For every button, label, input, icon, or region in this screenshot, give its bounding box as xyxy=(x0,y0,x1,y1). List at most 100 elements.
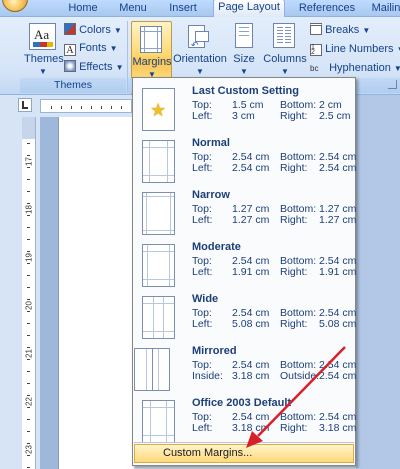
margin-value: 1.91 cm xyxy=(232,266,270,278)
margin-value: 3.18 cm xyxy=(232,370,270,382)
ruler-tick xyxy=(27,371,30,372)
margin-option-title: Moderate xyxy=(192,241,241,253)
margin-option-narrow[interactable]: Narrow Top: 1.27 cm Bottom: 1.27 cm Left: 1.27… xyxy=(137,186,357,238)
margin-value: 3.18 cm xyxy=(232,422,270,434)
margin-option-office-2003-default[interactable]: Office 2003 Default Top: 2.54 cm Bottom: 2.5… xyxy=(137,394,357,446)
margin-option-title: Wide xyxy=(192,293,219,305)
margin-value: 1.27 cm xyxy=(232,214,270,226)
ribbon-tab-bar: Home Menu Insert Page Layout References … xyxy=(0,0,400,18)
margin-option-title: Narrow xyxy=(192,189,230,201)
margin-key: Inside: xyxy=(192,370,223,382)
ruler-tick xyxy=(27,347,30,348)
breaks-button[interactable]: Breaks ▼ xyxy=(310,22,370,39)
page-narrow-icon xyxy=(142,192,175,235)
margin-key: Right: xyxy=(280,162,308,174)
themes-group-label: Themes xyxy=(20,78,126,93)
margin-value: 3 cm xyxy=(232,110,255,122)
hyphenation-button[interactable]: bc Hyphenation ▼ xyxy=(310,60,400,77)
margin-key: Left: xyxy=(192,318,213,330)
menu-separator xyxy=(134,442,354,443)
margin-value: 2.5 cm xyxy=(319,110,351,122)
ruler-tick xyxy=(27,443,30,444)
ruler-tick xyxy=(27,455,30,456)
margin-key: Left: xyxy=(192,422,213,434)
tab-mailings[interactable]: Mailin xyxy=(366,1,400,17)
horizontal-ruler[interactable] xyxy=(40,99,132,113)
ruler-tick xyxy=(27,299,30,300)
ruler-tick xyxy=(27,263,30,264)
margin-option-last-custom-setting[interactable]: ★ Last Custom Setting Top: 1.5 cm Bottom: 2 c… xyxy=(137,82,353,134)
colors-button[interactable]: Colors ▼ xyxy=(64,22,122,39)
orientation-icon: ↶ xyxy=(188,25,209,50)
fonts-button[interactable]: A Fonts ▼ xyxy=(64,40,118,57)
ruler-tick xyxy=(27,419,30,420)
margin-value: 2.54 cm xyxy=(319,162,357,174)
ruler-tick xyxy=(27,155,30,156)
margin-option-mirrored[interactable]: Mirrored Top: 2.54 cm Bottom: 2.54 cm Inside:… xyxy=(134,342,357,394)
margin-option-wide[interactable]: Wide Top: 2.54 cm Bottom: 2.54 cm Left: 5.08 c… xyxy=(137,290,357,342)
size-button[interactable]: Size ▼ xyxy=(228,53,260,77)
breaks-icon xyxy=(310,23,322,35)
ruler-number: 21 xyxy=(24,349,34,358)
effects-button[interactable]: Effects ▼ xyxy=(64,59,123,76)
margin-option-title: Normal xyxy=(192,137,230,149)
ruler-tick xyxy=(27,251,30,252)
ruler-tick xyxy=(27,431,30,432)
ruler-tick xyxy=(27,311,30,312)
margin-value: 2.54 cm xyxy=(232,162,270,174)
margin-key: Right: xyxy=(280,110,308,122)
ruler-tick xyxy=(27,323,30,324)
ruler-tick xyxy=(27,143,30,144)
margins-icon xyxy=(140,26,162,53)
dialog-launcher-icon[interactable] xyxy=(388,80,397,89)
margin-key: Right: xyxy=(280,266,308,278)
tab-selector-button[interactable] xyxy=(18,98,32,112)
margin-value: 1.91 cm xyxy=(319,266,357,278)
line-numbers-button[interactable]: 12 Line Numbers ▼ xyxy=(310,41,400,58)
ruler-tick xyxy=(27,383,30,384)
custom-margins-menu-item[interactable]: Custom Margins... xyxy=(134,444,354,463)
document-background-right xyxy=(356,95,400,469)
page-moderate-icon xyxy=(142,244,175,287)
margin-option-normal[interactable]: Normal Top: 2.54 cm Bottom: 2.54 cm Left: 2.54… xyxy=(137,134,357,186)
tab-insert[interactable]: Insert xyxy=(160,1,206,17)
margin-key: Outside: xyxy=(280,370,320,382)
colors-icon xyxy=(64,23,76,35)
margin-option-title: Last Custom Setting xyxy=(192,85,299,97)
vertical-ruler[interactable]: 17 18 19 20 21 22 23 xyxy=(22,117,36,469)
margin-key: Right: xyxy=(280,422,308,434)
fonts-icon: A xyxy=(64,44,76,56)
ruler-number: 19 xyxy=(24,253,34,262)
columns-icon xyxy=(273,23,295,48)
star-icon: ★ xyxy=(142,88,175,131)
ruler-tick xyxy=(27,239,30,240)
ruler-tick xyxy=(27,203,30,204)
margin-key: Right: xyxy=(280,214,308,226)
themes-button[interactable]: Themes ▼ xyxy=(24,53,64,77)
margin-value: 2.54 cm xyxy=(319,370,357,382)
margin-value: 5.08 cm xyxy=(319,318,357,330)
tab-home[interactable]: Home xyxy=(62,1,104,17)
margin-value: 3.18 cm xyxy=(319,422,357,434)
tab-page-layout[interactable]: Page Layout xyxy=(213,0,285,18)
ruler-number: 23 xyxy=(24,445,34,454)
ruler-number: 22 xyxy=(24,397,34,406)
ruler-tick xyxy=(27,359,30,360)
page-wide-icon xyxy=(142,296,175,339)
page-office2003-icon xyxy=(142,400,175,443)
margin-value: 5.08 cm xyxy=(232,318,270,330)
themes-icon: Aa xyxy=(29,23,56,50)
document-page[interactable] xyxy=(58,117,134,469)
margin-key: Left: xyxy=(192,110,213,122)
ruler-tick xyxy=(27,215,30,216)
tab-references[interactable]: References xyxy=(292,1,362,17)
margin-key: Left: xyxy=(192,162,213,174)
margin-option-moderate[interactable]: Moderate Top: 2.54 cm Bottom: 2.54 cm Left: 1.… xyxy=(137,238,357,290)
margin-value: 1.27 cm xyxy=(319,214,357,226)
columns-button[interactable]: Columns ▼ xyxy=(262,53,308,77)
office-button[interactable] xyxy=(2,0,28,12)
tab-menu[interactable]: Menu xyxy=(112,1,154,17)
orientation-button[interactable]: Orientation ▼ xyxy=(172,53,228,77)
ruler-tick xyxy=(27,335,30,336)
ruler-number: 18 xyxy=(24,205,34,214)
